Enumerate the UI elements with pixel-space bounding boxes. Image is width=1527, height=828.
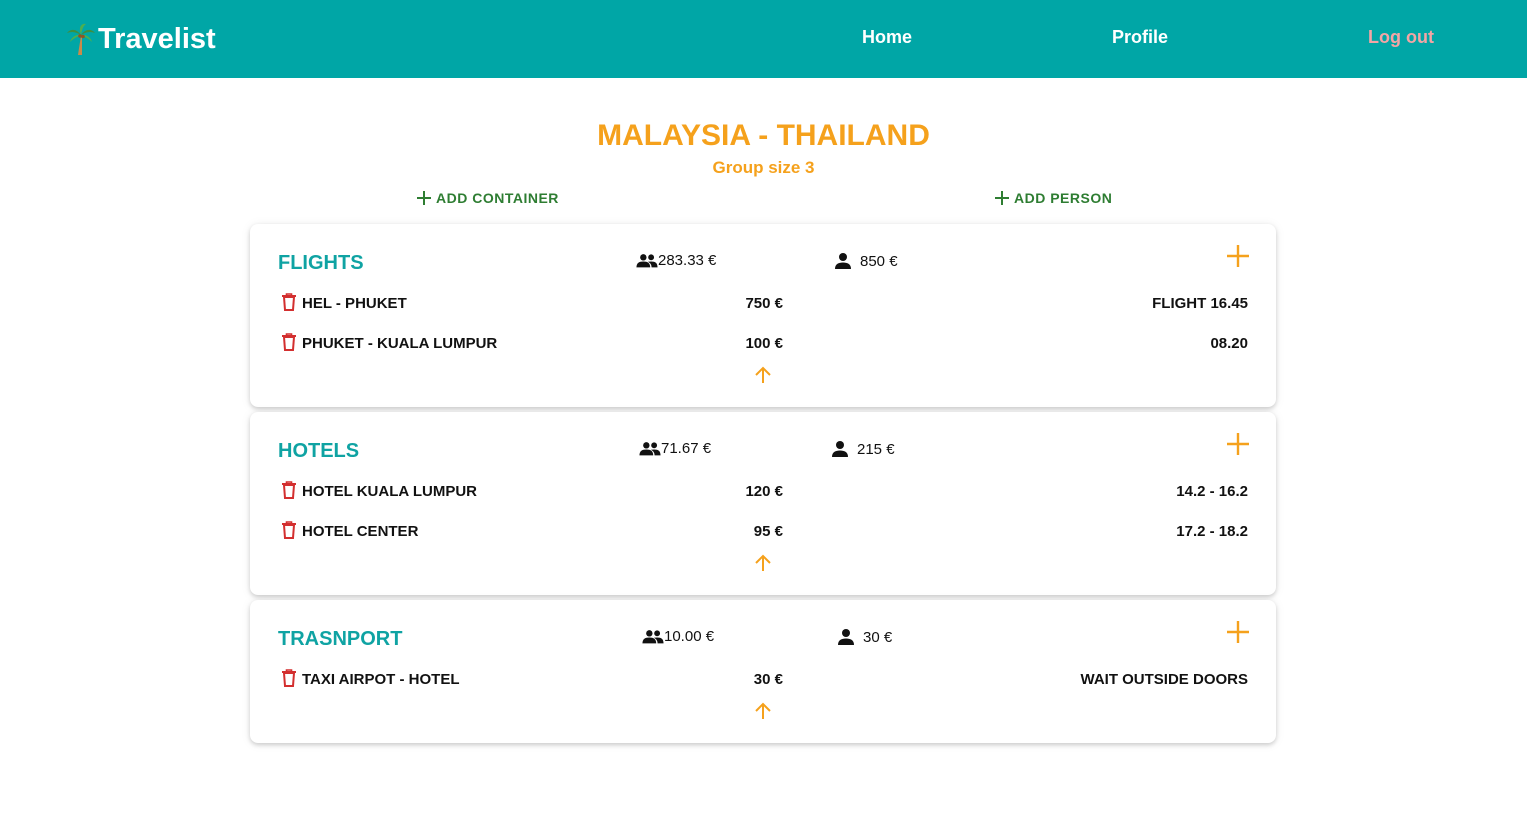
arrow-up-icon[interactable] [753,365,773,385]
group-cost-value: 283.33 € [658,252,717,269]
person-cost-value: 215 € [857,440,895,458]
item-price: 95 € [753,523,783,540]
trash-icon[interactable] [281,521,297,539]
plus-icon [995,191,1009,205]
person-icon [831,440,857,458]
add-container-button[interactable]: ADD CONTAINER [416,190,559,206]
item-name: HEL - PHUKET [302,295,407,312]
list-item: TAXI AIRPOT - HOTEL 30 € WAIT OUTSIDE DO… [250,669,1276,691]
container-card: FLIGHTS 283.33 € 850 € HEL - PHUKET 750 … [250,224,1276,407]
item-name: HOTEL CENTER [302,523,419,540]
person-cost: 30 € [837,628,892,646]
item-note: 17.2 - 18.2 [1176,523,1248,540]
person-cost: 215 € [831,440,895,458]
item-note: 14.2 - 16.2 [1176,483,1248,500]
group-cost: 10.00 € [642,628,714,645]
container-card: HOTELS 71.67 € 215 € HOTEL KUALA LUMPUR … [250,412,1276,595]
nav-home-link[interactable]: Home [862,27,912,48]
list-item: HEL - PHUKET 750 € FLIGHT 16.45 [250,293,1276,315]
add-person-label: ADD PERSON [1014,190,1113,206]
group-cost-value: 71.67 € [661,440,712,457]
navbar: Travelist Home Profile Log out [0,0,1527,78]
arrow-up-icon[interactable] [753,553,773,573]
add-item-button[interactable] [1226,432,1250,456]
list-item: PHUKET - KUALA LUMPUR 100 € 08.20 [250,333,1276,355]
person-cost-value: 30 € [863,628,893,646]
brand-logo[interactable]: Travelist [66,20,216,58]
group-icon [636,253,658,269]
add-item-button[interactable] [1226,620,1250,644]
trash-icon[interactable] [281,293,297,311]
group-icon [639,441,661,457]
palm-tree-icon [67,23,95,55]
person-icon [837,628,863,646]
item-price: 750 € [745,295,783,312]
item-note: FLIGHT 16.45 [1152,295,1248,312]
group-cost: 71.67 € [639,440,711,457]
item-price: 120 € [745,483,783,500]
brand-name: Travelist [98,22,216,55]
person-icon [834,252,860,270]
item-name: PHUKET - KUALA LUMPUR [302,335,498,352]
item-price: 30 € [753,671,783,688]
group-cost: 283.33 € [636,252,716,269]
add-container-label: ADD CONTAINER [436,190,559,206]
add-item-button[interactable] [1226,244,1250,268]
add-person-button[interactable]: ADD PERSON [994,190,1112,206]
container-title: HOTELS [278,440,360,462]
person-cost: 850 € [834,252,898,270]
item-note: WAIT OUTSIDE DOORS [1080,671,1248,688]
list-item: HOTEL CENTER 95 € 17.2 - 18.2 [250,521,1276,543]
nav-logout-link[interactable]: Log out [1368,27,1434,48]
item-note: 08.20 [1210,335,1248,352]
item-name: HOTEL KUALA LUMPUR [302,483,477,500]
item-price: 100 € [745,335,783,352]
trash-icon[interactable] [281,333,297,351]
arrow-up-icon[interactable] [753,701,773,721]
container-card: TRASNPORT 10.00 € 30 € TAXI AIRPOT - HOT… [250,600,1276,743]
trash-icon[interactable] [281,669,297,687]
trash-icon[interactable] [281,481,297,499]
trip-title: MALAYSIA - THAILAND [597,119,930,152]
group-icon [642,629,664,645]
person-cost-value: 850 € [860,252,898,270]
group-size: Group size 3 [712,158,815,177]
container-title: TRASNPORT [278,628,403,650]
nav-profile-link[interactable]: Profile [1112,27,1168,48]
container-title: FLIGHTS [278,252,364,274]
group-cost-value: 10.00 € [664,628,715,645]
item-name: TAXI AIRPOT - HOTEL [302,671,460,688]
list-item: HOTEL KUALA LUMPUR 120 € 14.2 - 16.2 [250,481,1276,503]
plus-icon [417,191,431,205]
